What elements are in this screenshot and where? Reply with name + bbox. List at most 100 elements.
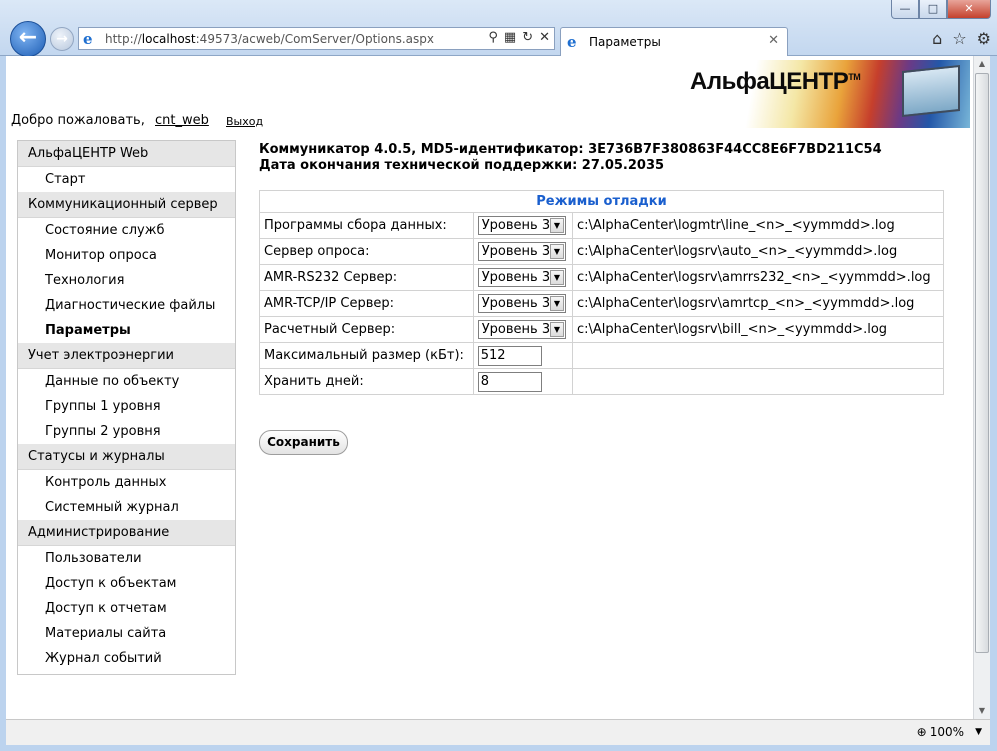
keep-days-row: Хранить дней: 8 — [259, 368, 945, 395]
debug-level-select[interactable]: Уровень 3 ▼ — [477, 294, 566, 313]
sidebar-section-header: Учет электроэнергии — [18, 343, 235, 369]
debug-row: AMR-RS232 Сервер: Уровень 3 ▼ c:\AlphaCente… — [259, 264, 945, 291]
keep-days-input[interactable]: 8 — [477, 371, 542, 392]
debug-log-path: c:\AlphaCenter\logmtr\line_<n>_<yymmdd>.… — [571, 212, 945, 239]
maximize-button[interactable]: □ — [919, 0, 947, 19]
debug-level-select[interactable]: Уровень 3 ▼ — [477, 216, 566, 235]
chevron-down-icon[interactable]: ▼ — [550, 322, 564, 337]
max-size-row: Максимальный размер (кБт): 512 — [259, 342, 945, 369]
search-icon[interactable]: ⚲ — [488, 30, 498, 45]
debug-level-value: Уровень 3 — [481, 244, 551, 259]
sidebar-item[interactable]: Группы 2 уровня — [18, 419, 235, 444]
close-tab-icon[interactable]: ✕ — [768, 33, 779, 48]
username-link[interactable]: cnt_web — [155, 113, 209, 128]
debug-row: AMR-TCP/IP Сервер: Уровень 3 ▼ c:\AlphaCent… — [259, 290, 945, 317]
sidebar-item[interactable]: Монитор опроса — [18, 243, 235, 268]
logout-link[interactable]: Выход — [226, 115, 263, 128]
debug-row: Сервер опроса: Уровень 3 ▼ c:\AlphaCenter\l… — [259, 238, 945, 265]
keep-days-label: Хранить дней: — [259, 368, 474, 395]
server-info: Коммуникатор 4.0.5, MD5-идентификатор: 3… — [259, 142, 882, 174]
welcome-text: Добро пожаловать, cnt_web — [11, 113, 209, 128]
scroll-up-arrow-icon[interactable]: ▲ — [974, 56, 990, 72]
debug-level-select[interactable]: Уровень 3 ▼ — [477, 320, 566, 339]
debug-level-cell: Уровень 3 ▼ — [472, 264, 573, 291]
sidebar-item[interactable]: Параметры — [18, 318, 235, 343]
vertical-scrollbar[interactable]: ▲ ▼ — [973, 56, 990, 719]
refresh-icon[interactable]: ↻ — [522, 30, 533, 45]
window-controls: — □ ✕ — [891, 0, 991, 19]
scroll-down-arrow-icon[interactable]: ▼ — [974, 703, 990, 719]
sidebar-item[interactable]: Диагностические файлы — [18, 293, 235, 318]
status-bar: ⊕ 100% ▼ — [6, 719, 990, 745]
sidebar-item[interactable]: Старт — [18, 167, 235, 192]
scroll-thumb[interactable] — [975, 73, 989, 653]
sidebar-section-header: Коммуникационный сервер — [18, 192, 235, 218]
debug-row-label: Расчетный Сервер: — [259, 316, 474, 343]
save-button[interactable]: Сохранить — [259, 430, 348, 455]
ie-tab-icon: e — [567, 33, 577, 51]
chevron-down-icon[interactable]: ▼ — [550, 296, 564, 311]
compat-view-icon[interactable]: ▦ — [504, 30, 516, 45]
tab-parameters[interactable]: e Параметры ✕ — [560, 27, 788, 56]
zoom-dropdown-icon[interactable]: ▼ — [975, 727, 982, 737]
empty-cell — [571, 368, 945, 395]
max-size-input[interactable]: 512 — [477, 345, 542, 366]
sidebar-item[interactable]: Доступ к объектам — [18, 571, 235, 596]
sidebar-item[interactable]: Состояние служб — [18, 218, 235, 243]
zoom-level[interactable]: ⊕ 100% — [917, 725, 964, 739]
sidebar-item[interactable]: Технология — [18, 268, 235, 293]
debug-row: Программы сбора данных: Уровень 3 ▼ c:\Alph… — [259, 212, 945, 239]
sidebar-item[interactable]: Материалы сайта — [18, 621, 235, 646]
keep-days-cell: 8 — [472, 368, 573, 395]
empty-cell — [571, 342, 945, 369]
sidebar-menu: АльфаЦЕНТР Web Старт Коммуникационный серв… — [17, 140, 236, 675]
sidebar-section-header: Статусы и журналы — [18, 444, 235, 470]
max-size-label: Максимальный размер (кБт): — [259, 342, 474, 369]
ie-page-icon: e — [83, 29, 93, 48]
sidebar-section-header: Администрирование — [18, 520, 235, 546]
debug-level-value: Уровень 3 — [481, 322, 551, 337]
debug-log-path: c:\AlphaCenter\logsrv\auto_<n>_<yymmdd>.… — [571, 238, 945, 265]
debug-row-label: Сервер опроса: — [259, 238, 474, 265]
version-line: Коммуникатор 4.0.5, MD5-идентификатор: 3… — [259, 142, 882, 157]
chevron-down-icon[interactable]: ▼ — [550, 218, 564, 233]
alphacenter-logo: АльфаЦЕНТРTM — [682, 60, 970, 128]
sidebar-item[interactable]: Пользователи — [18, 546, 235, 571]
tab-title: Параметры — [589, 35, 661, 49]
debug-level-select[interactable]: Уровень 3 ▼ — [477, 242, 566, 261]
url-text[interactable]: http://localhost:49573/acweb/ComServer/O… — [105, 32, 434, 46]
monitor-graphic — [902, 64, 960, 118]
debug-modes-table: Режимы отладки Программы сбора данных: Ур… — [259, 190, 945, 395]
debug-log-path: c:\AlphaCenter\logsrv\amrrs232_<n>_<yymm… — [571, 264, 945, 291]
debug-log-path: c:\AlphaCenter\logsrv\bill_<n>_<yymmdd>.… — [571, 316, 945, 343]
debug-row: Расчетный Сервер: Уровень 3 ▼ c:\AlphaCente… — [259, 316, 945, 343]
debug-level-value: Уровень 3 — [481, 218, 551, 233]
sidebar-item[interactable]: Группы 1 уровня — [18, 394, 235, 419]
sidebar-item[interactable]: Контроль данных — [18, 470, 235, 495]
address-bar[interactable]: e http://localhost:49573/acweb/ComServer… — [78, 27, 555, 50]
forward-button[interactable]: → — [50, 27, 74, 51]
back-button[interactable]: ← — [10, 21, 46, 57]
close-window-button[interactable]: ✕ — [947, 0, 991, 19]
debug-level-cell: Уровень 3 ▼ — [472, 316, 573, 343]
sidebar-item[interactable]: Данные по объекту — [18, 369, 235, 394]
sidebar-section-header: АльфаЦЕНТР Web — [18, 141, 235, 167]
debug-level-select[interactable]: Уровень 3 ▼ — [477, 268, 566, 287]
home-icon[interactable]: ⌂ — [932, 29, 942, 48]
chevron-down-icon[interactable]: ▼ — [550, 270, 564, 285]
debug-level-cell: Уровень 3 ▼ — [472, 290, 573, 317]
sidebar-item[interactable]: Журнал событий — [18, 646, 235, 671]
chevron-down-icon[interactable]: ▼ — [550, 244, 564, 259]
minimize-button[interactable]: — — [891, 0, 919, 19]
debug-row-label: Программы сбора данных: — [259, 212, 474, 239]
sidebar-item[interactable]: Доступ к отчетам — [18, 596, 235, 621]
stop-icon[interactable]: ✕ — [539, 30, 550, 45]
gear-icon[interactable]: ⚙ — [977, 29, 991, 48]
page-viewport: АльфаЦЕНТРTM Добро пожаловать, cnt_web В… — [6, 56, 973, 719]
debug-log-path: c:\AlphaCenter\logsrv\amrtcp_<n>_<yymmdd… — [571, 290, 945, 317]
debug-row-label: AMR-TCP/IP Сервер: — [259, 290, 474, 317]
sidebar-item[interactable]: Системный журнал — [18, 495, 235, 520]
debug-level-cell: Уровень 3 ▼ — [472, 212, 573, 239]
browser-chrome: — □ ✕ ← → e http://localhost:49573/acweb… — [0, 0, 997, 57]
favorites-star-icon[interactable]: ☆ — [952, 29, 966, 48]
